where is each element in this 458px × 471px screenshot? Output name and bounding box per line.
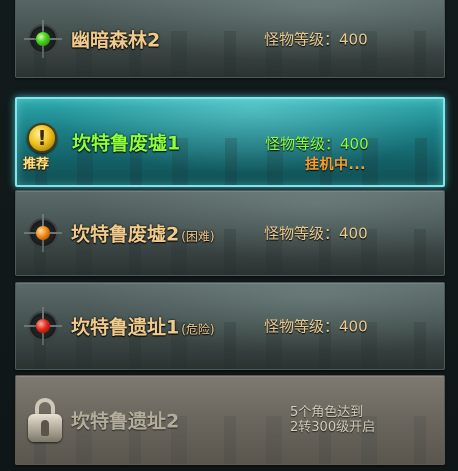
monster-level: 怪物等级：400 bbox=[264, 317, 368, 336]
map-row-kantelu-ruins-2[interactable]: 坎特鲁废墟2 (困难) 怪物等级：400 bbox=[15, 190, 445, 276]
map-list-panel: 幽暗森林2 怪物等级：400 ! 推荐 坎特鲁废墟1 怪物等级：400 挂机中.… bbox=[0, 0, 458, 471]
map-row-youan-forest-2[interactable]: 幽暗森林2 怪物等级：400 bbox=[15, 0, 445, 78]
monster-level: 怪物等级：400 bbox=[264, 224, 368, 243]
map-name: 坎特鲁废墟2 (困难) bbox=[71, 223, 215, 246]
map-name: 坎特鲁废墟1 bbox=[72, 132, 181, 155]
map-row-kantelu-ruins-1[interactable]: ! 推荐 坎特鲁废墟1 怪物等级：400 挂机中... bbox=[15, 97, 445, 187]
recommend-badge: ! 推荐 bbox=[23, 123, 63, 185]
unlock-requirement: 5个角色达到 2转300级开启 bbox=[290, 405, 376, 435]
orange-gem-icon bbox=[24, 214, 62, 252]
lock-icon bbox=[28, 398, 62, 442]
recommend-label: 推荐 bbox=[23, 157, 50, 172]
map-row-kantelu-site-2[interactable]: 坎特鲁遗址2 5个角色达到 2转300级开启 bbox=[15, 375, 445, 465]
map-name: 幽暗森林2 bbox=[71, 29, 161, 52]
monster-level: 怪物等级：400 bbox=[265, 135, 369, 153]
exclamation-icon: ! bbox=[27, 123, 57, 153]
map-row-kantelu-site-1[interactable]: 坎特鲁遗址1 (危险) 怪物等级：400 bbox=[15, 282, 445, 370]
green-gem-icon bbox=[24, 20, 62, 58]
idle-status: 挂机中... bbox=[305, 157, 366, 173]
monster-level: 怪物等级：400 bbox=[264, 30, 368, 49]
map-name: 坎特鲁遗址2 bbox=[71, 410, 180, 433]
red-gem-icon bbox=[24, 307, 62, 345]
map-name: 坎特鲁遗址1 (危险) bbox=[71, 316, 215, 339]
